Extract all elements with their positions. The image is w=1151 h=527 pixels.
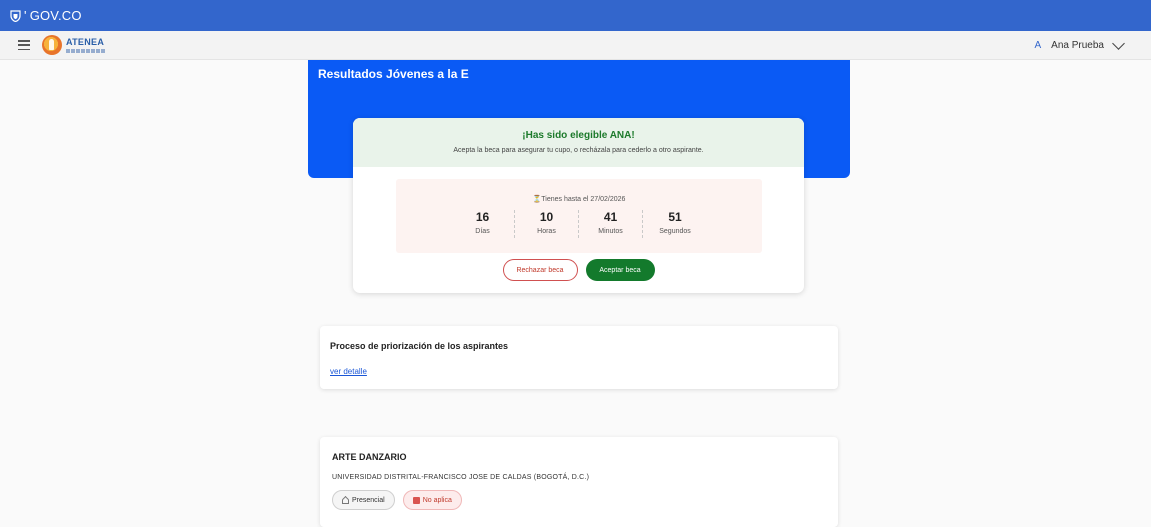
hourglass-icon: ⏳ xyxy=(532,196,542,203)
eligibility-subtitle: Acepta la beca para asegurar tu cupo, o … xyxy=(453,147,704,154)
user-name: Ana Prueba xyxy=(1051,40,1104,51)
prioritization-card: Proceso de priorización de los aspirante… xyxy=(320,326,838,389)
modality-label: Presencial xyxy=(352,496,385,504)
gov-bar: ' GOV.CO xyxy=(0,0,1151,31)
status-icon xyxy=(412,496,420,504)
gov-apostrophe: ' xyxy=(24,8,27,23)
countdown-value: 51 xyxy=(668,210,682,224)
reject-scholarship-button[interactable]: Rechazar beca xyxy=(502,259,578,281)
countdown-panel: ⏳Tienes hasta el 27/02/2026 16 Días 10 H… xyxy=(396,179,762,253)
countdown-value: 41 xyxy=(603,210,618,224)
program-chips: Presencial No aplica xyxy=(332,490,462,510)
countdown-days: 16 Días xyxy=(451,210,515,238)
countdown-seconds: 51 Segundos xyxy=(643,210,707,238)
eligibility-header: ¡Has sido elegible ANA! Acepta la beca p… xyxy=(353,118,804,167)
status-label: No aplica xyxy=(422,496,452,504)
hamburger-menu-icon[interactable] xyxy=(18,40,30,50)
countdown-label: Minutos xyxy=(598,228,623,235)
eligibility-card: ¡Has sido elegible ANA! Acepta la beca p… xyxy=(353,118,804,293)
countdown-label: Días xyxy=(475,228,490,235)
gov-co-logo[interactable]: ' GOV.CO xyxy=(10,8,82,23)
program-title: ARTE DANZARIO xyxy=(332,452,407,462)
brand-tagline xyxy=(66,48,106,53)
modality-badge: Presencial xyxy=(332,490,395,510)
eligibility-title: ¡Has sido elegible ANA! xyxy=(522,130,635,141)
user-menu[interactable]: A Ana Prueba xyxy=(1034,31,1125,60)
app-header: ATENEA A Ana Prueba xyxy=(0,31,1151,60)
program-card[interactable]: ARTE DANZARIO UNIVERSIDAD DISTRITAL-FRAN… xyxy=(320,437,838,527)
countdown-label: Segundos xyxy=(659,228,691,235)
countdown-hours: 10 Horas xyxy=(515,210,579,238)
status-badge: No aplica xyxy=(402,490,462,510)
view-detail-link[interactable]: ver detalle xyxy=(330,367,367,376)
accept-scholarship-button[interactable]: Aceptar beca xyxy=(585,259,655,281)
brand-name: ATENEA xyxy=(66,36,105,47)
home-icon xyxy=(342,497,349,504)
chevron-down-icon xyxy=(1112,36,1125,50)
deadline-text: ⏳Tienes hasta el 27/02/2026 xyxy=(396,195,762,203)
gov-logo-text: GOV.CO xyxy=(29,8,82,23)
page-title: Resultados Jóvenes a la E xyxy=(318,67,469,81)
shield-icon xyxy=(10,9,21,22)
countdown-minutes: 41 Minutos xyxy=(579,210,643,238)
user-avatar: A xyxy=(1034,40,1042,51)
eligibility-actions: Rechazar beca Aceptar beca xyxy=(353,259,804,281)
atenea-logo[interactable]: ATENEA xyxy=(42,35,106,55)
countdown-units: 16 Días 10 Horas 41 Minutos 51 Segundos xyxy=(396,210,762,238)
countdown-label: Horas xyxy=(537,228,556,235)
prioritization-title: Proceso de priorización de los aspirante… xyxy=(330,341,509,351)
countdown-value: 16 xyxy=(475,210,490,224)
countdown-value: 10 xyxy=(539,210,554,224)
deadline-label: Tienes hasta el 27/02/2026 xyxy=(541,196,626,203)
atenea-logo-mark-icon xyxy=(42,35,62,55)
program-university: UNIVERSIDAD DISTRITAL-FRANCISCO JOSE DE … xyxy=(332,474,590,481)
